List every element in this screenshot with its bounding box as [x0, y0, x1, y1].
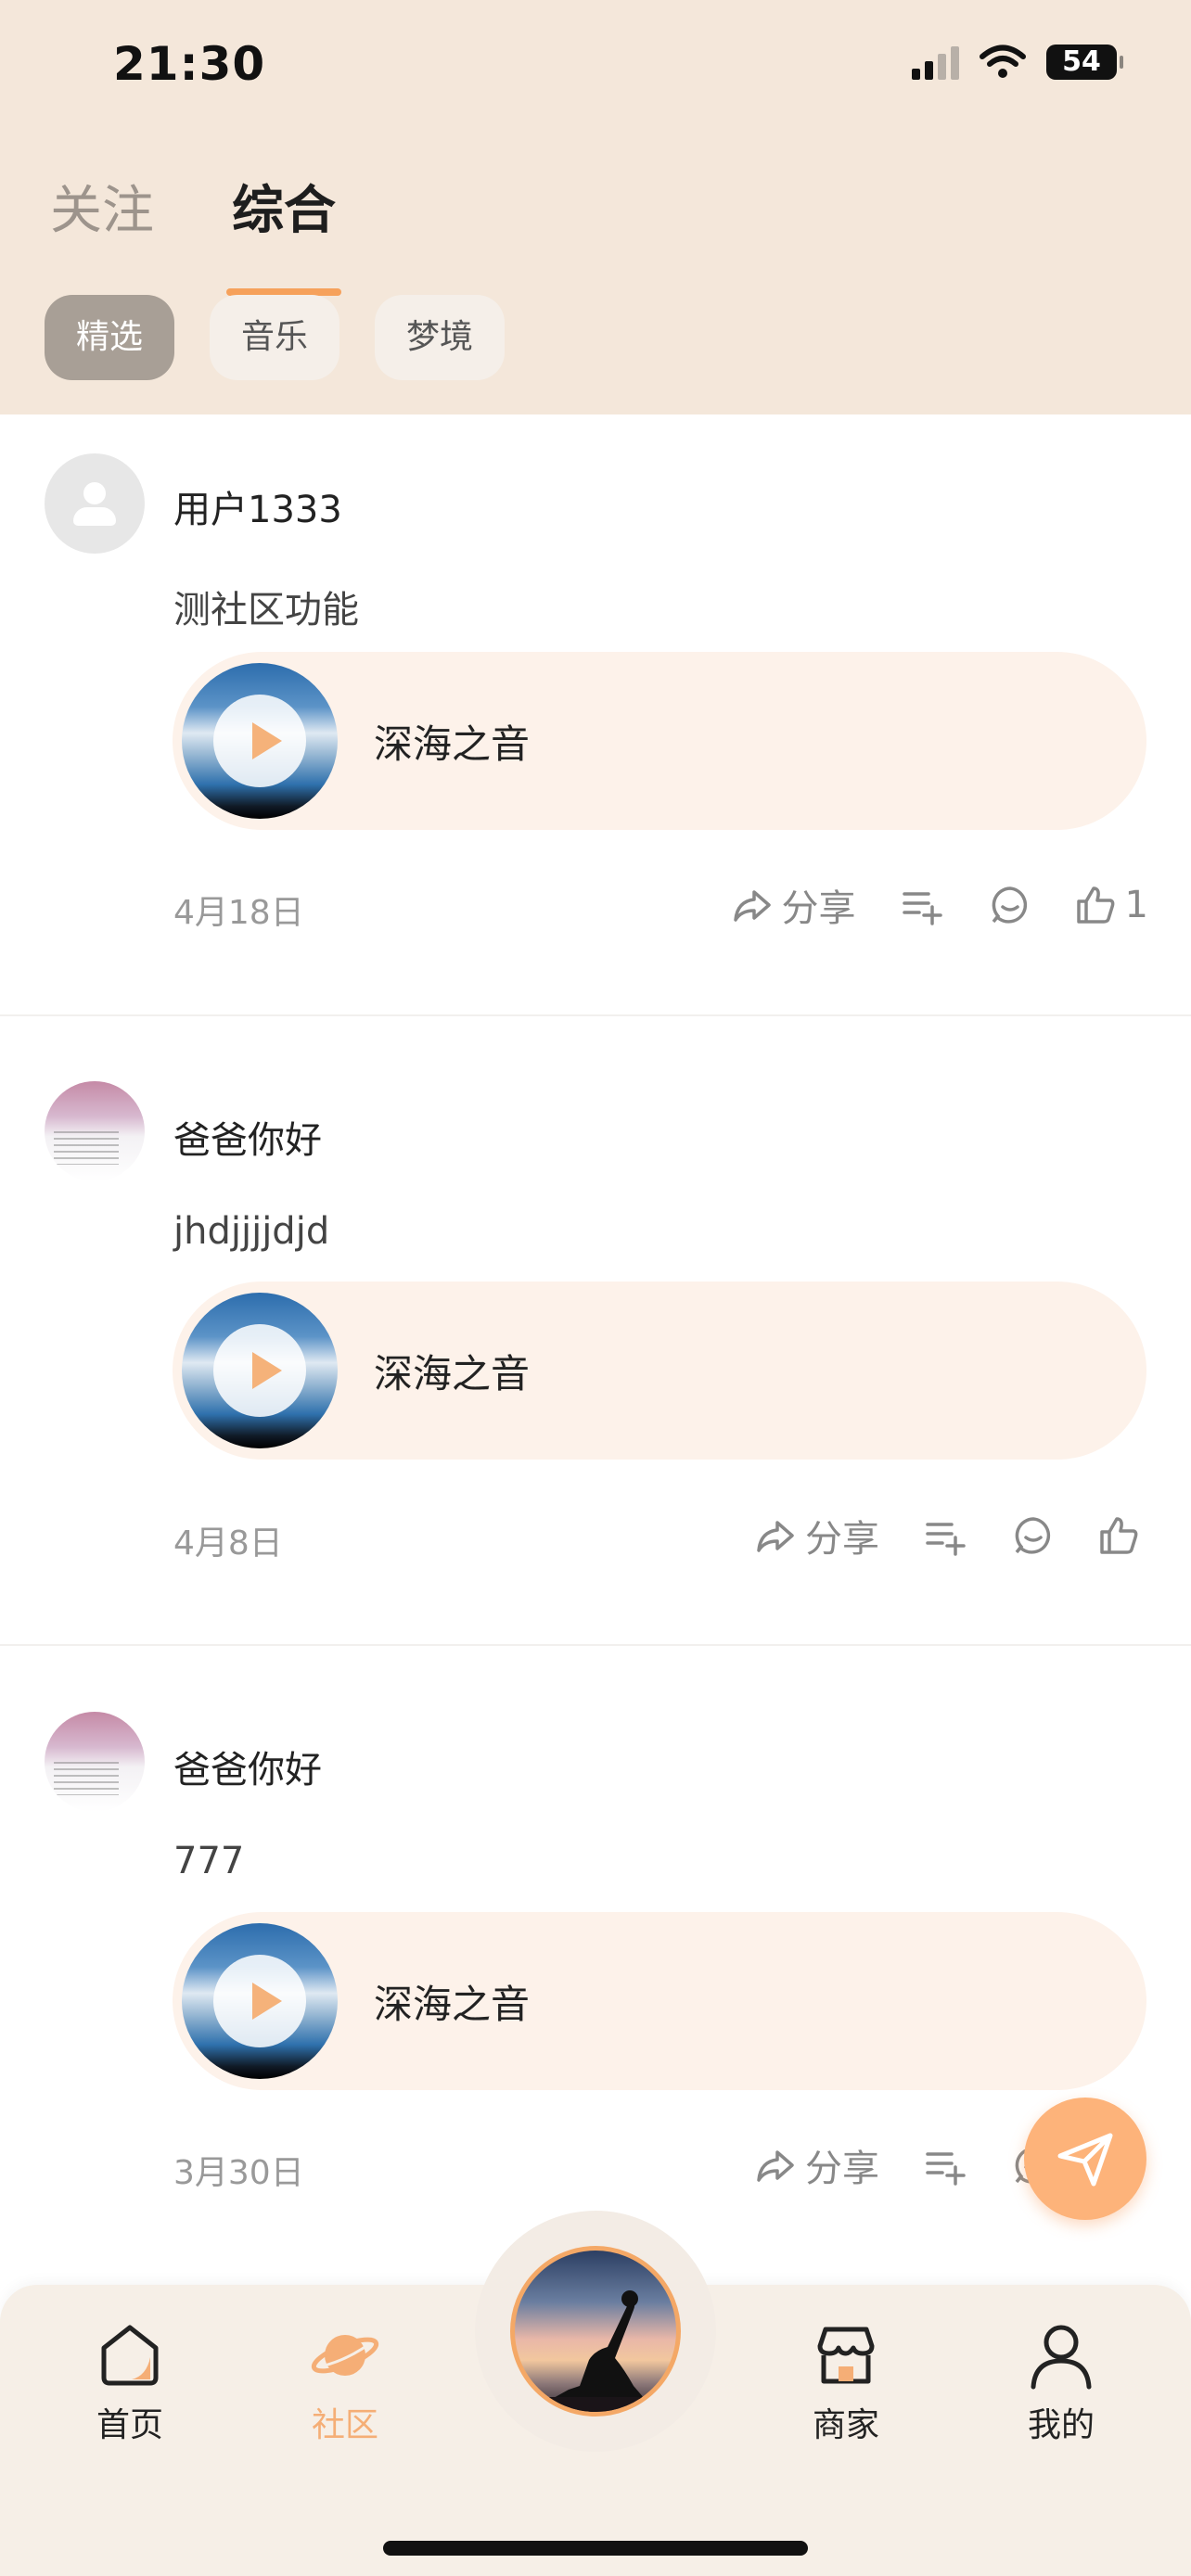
- track-cover: [182, 1923, 338, 2079]
- home-icon: [101, 2325, 159, 2386]
- track-cover: [182, 663, 338, 819]
- audio-track-card[interactable]: 深海之音: [173, 652, 1146, 830]
- status-time: 21:30: [113, 37, 266, 91]
- track-cover: [182, 1293, 338, 1448]
- post-actions: 分享: [755, 1509, 1148, 1562]
- post-username[interactable]: 爸爸你好: [173, 1740, 322, 1793]
- top-tabs: 关注 综合: [50, 169, 341, 296]
- post-card: 爸爸你好 777 深海之音 3月30日 分享: [0, 1647, 1191, 2287]
- avatar[interactable]: [45, 453, 145, 554]
- home-indicator: [383, 2541, 808, 2556]
- center-cover: [510, 2246, 681, 2417]
- wifi-icon: [980, 45, 1026, 78]
- tab-follow[interactable]: 关注: [50, 169, 154, 244]
- post-card: 爸爸你好 jhdjjjjdjd 深海之音 4月8日 分享: [0, 1017, 1191, 1648]
- share-icon: [757, 2150, 794, 2182]
- add-to-playlist-icon[interactable]: [901, 885, 945, 925]
- chip-featured[interactable]: 精选: [45, 295, 175, 380]
- tab-general[interactable]: 综合: [226, 169, 341, 296]
- play-icon[interactable]: [213, 1955, 306, 2047]
- nav-home[interactable]: 首页: [65, 2320, 195, 2446]
- post-text: 测社区功能: [173, 589, 359, 631]
- status-icons: 54: [912, 45, 1123, 80]
- track-title: 深海之音: [374, 721, 531, 767]
- post-date: 4月18日: [173, 894, 304, 932]
- post-username[interactable]: 用户1333: [173, 479, 342, 533]
- person-icon: [1031, 2325, 1092, 2390]
- audio-track-card[interactable]: 深海之音: [173, 1912, 1146, 2090]
- nav-home-label: 首页: [96, 2406, 163, 2444]
- thumbs-up-icon: [1100, 1517, 1138, 1554]
- bottom-nav: 首页 社区 商家 我的: [0, 2211, 1191, 2576]
- avatar[interactable]: [45, 1081, 145, 1181]
- comment-icon[interactable]: [990, 885, 1031, 925]
- nav-merchant-label: 商家: [812, 2406, 879, 2444]
- post-text: 777: [173, 1840, 245, 1882]
- header: 21:30 54 关注 综合 精选 音乐 梦境: [0, 0, 1191, 414]
- nav-community-label: 社区: [311, 2406, 378, 2444]
- post-text: jhdjjjjdjd: [173, 1210, 330, 1253]
- divider: [0, 1014, 1191, 1016]
- audio-track-card[interactable]: 深海之音: [173, 1282, 1146, 1460]
- like-count: 1: [1124, 884, 1148, 926]
- post-username[interactable]: 爸爸你好: [173, 1110, 322, 1164]
- paper-plane-icon: [1057, 2133, 1113, 2187]
- share-label: 分享: [805, 1518, 879, 1561]
- add-to-playlist-icon[interactable]: [924, 1515, 968, 1556]
- nav-profile[interactable]: 我的: [996, 2320, 1126, 2446]
- nav-profile-label: 我的: [1027, 2406, 1095, 2444]
- share-icon: [733, 890, 771, 922]
- share-label: 分享: [781, 887, 856, 930]
- thumbs-up-icon: [1076, 886, 1114, 924]
- cellular-signal-icon: [912, 45, 959, 80]
- post-actions: 分享 1: [732, 878, 1148, 932]
- share-button[interactable]: 分享: [755, 2138, 879, 2192]
- store-icon: [817, 2327, 875, 2384]
- play-icon[interactable]: [213, 1324, 306, 1417]
- publish-button[interactable]: [1024, 2098, 1146, 2220]
- category-chips: 精选 音乐 梦境: [45, 295, 506, 380]
- avatar[interactable]: [45, 1712, 145, 1812]
- chip-music[interactable]: 音乐: [210, 295, 340, 380]
- nav-merchant[interactable]: 商家: [781, 2320, 911, 2446]
- chip-dream[interactable]: 梦境: [375, 295, 506, 380]
- track-title: 深海之音: [374, 1982, 531, 2027]
- share-button[interactable]: 分享: [755, 1509, 879, 1562]
- planet-icon: [311, 2335, 379, 2376]
- add-to-playlist-icon[interactable]: [924, 2145, 968, 2186]
- like-button[interactable]: [1098, 1515, 1148, 1556]
- comment-icon[interactable]: [1013, 1515, 1054, 1556]
- track-title: 深海之音: [374, 1351, 531, 1396]
- play-icon[interactable]: [213, 695, 306, 787]
- share-button[interactable]: 分享: [732, 878, 856, 932]
- divider: [0, 1644, 1191, 1646]
- post-card: 用户1333 测社区功能 深海之音 4月18日 分享 1: [0, 414, 1191, 1017]
- battery-icon: 54: [1046, 45, 1123, 80]
- center-player-button[interactable]: [475, 2211, 716, 2452]
- like-button[interactable]: 1: [1075, 884, 1148, 926]
- share-icon: [757, 1521, 794, 1552]
- yoga-silhouette-icon: [515, 2290, 676, 2412]
- post-date: 3月30日: [173, 2154, 304, 2192]
- post-date: 4月8日: [173, 1524, 283, 1562]
- share-label: 分享: [805, 2148, 879, 2190]
- nav-community[interactable]: 社区: [280, 2320, 410, 2446]
- user-icon: [83, 482, 106, 504]
